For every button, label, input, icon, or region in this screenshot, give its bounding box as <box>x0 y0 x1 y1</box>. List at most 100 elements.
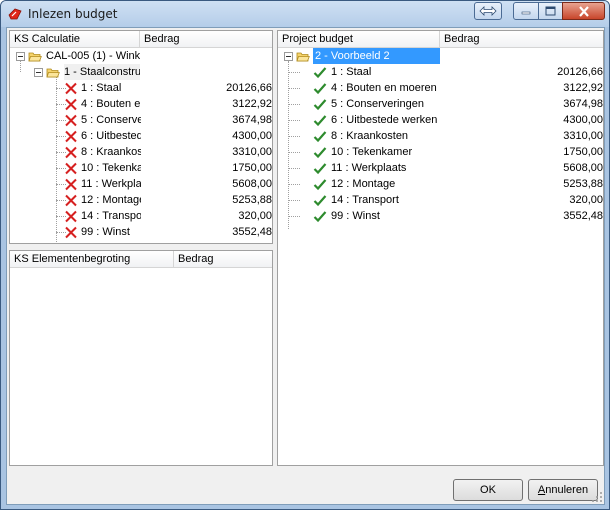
cross-icon <box>65 98 77 111</box>
check-icon <box>313 147 327 159</box>
item-label: 12 : Montage <box>81 194 141 206</box>
cross-icon <box>65 226 77 239</box>
column-header-ks-calculatie[interactable]: KS Calculatie <box>10 31 140 48</box>
item-label: 99 : Winst <box>81 226 130 238</box>
item-amount: 3122,92 <box>563 82 603 94</box>
cross-icon <box>65 194 77 207</box>
minimize-icon <box>521 11 531 15</box>
tree-item-row[interactable]: 6 : Uitbestede 4300,00 <box>10 128 272 144</box>
item-amount: 5253,88 <box>232 194 272 206</box>
folder-open-icon <box>28 52 42 62</box>
check-icon <box>313 179 327 191</box>
item-amount: 5608,00 <box>232 178 272 190</box>
ks-elementenbegroting-tree[interactable]: KS Elementenbegroting Bedrag <box>9 250 273 466</box>
item-label: 14 : Transport <box>331 194 399 206</box>
column-header-bedrag[interactable]: Bedrag <box>140 31 272 48</box>
item-label: 1 : Staal <box>331 66 372 78</box>
check-icon <box>313 99 327 111</box>
item-amount: 5253,88 <box>563 178 603 190</box>
tree-item-row[interactable]: 4 : Bouten en moeren 3122,92 <box>278 80 603 96</box>
item-amount: 5608,00 <box>563 162 603 174</box>
item-amount: 3552,48 <box>232 226 272 238</box>
check-icon <box>313 83 327 95</box>
tree-item-row[interactable]: 1 : Staal 20126,66 <box>278 64 603 80</box>
cross-icon <box>65 114 77 127</box>
tree-item-row[interactable]: 11 : Werkplaats 5608,00 <box>278 160 603 176</box>
item-label: 4 : Bouten en moeren <box>331 82 437 94</box>
collapse-toggle-icon[interactable] <box>16 52 25 61</box>
tree-item-row[interactable]: 1 : Staal 20126,66 <box>10 80 272 96</box>
item-amount: 3122,92 <box>232 98 272 110</box>
column-header-bedrag[interactable]: Bedrag <box>440 31 603 48</box>
tree-node-group[interactable]: 1 - Staalconstructi <box>10 64 272 80</box>
restore-layout-button[interactable] <box>474 2 502 20</box>
item-label: 5 : Conserveri <box>81 114 141 126</box>
project-budget-tree[interactable]: Project budget Bedrag 2 - Voorbeeld 2 1 … <box>277 30 604 466</box>
cross-icon <box>65 130 77 143</box>
tree-item-row[interactable]: 10 : Tekenkar 1750,00 <box>10 160 272 176</box>
item-amount: 3674,98 <box>232 114 272 126</box>
item-amount: 20126,66 <box>557 66 603 78</box>
item-amount: 1750,00 <box>563 146 603 158</box>
item-label: 14 : Transport <box>81 210 141 222</box>
ks-calculatie-tree[interactable]: KS Calculatie Bedrag CAL-005 (1) - Wink … <box>9 30 273 244</box>
check-icon <box>313 115 327 127</box>
item-label: 11 : Werkplaa <box>81 178 141 190</box>
column-header-ks-elementenbegroting[interactable]: KS Elementenbegroting <box>10 251 174 268</box>
item-amount: 320,00 <box>238 210 272 222</box>
item-label: 99 : Winst <box>331 210 380 222</box>
cross-icon <box>65 82 77 95</box>
budget-app-icon <box>8 8 22 20</box>
title-bar[interactable]: Inlezen budget <box>1 1 609 27</box>
cancel-label: nnuleren <box>545 484 589 496</box>
column-header-project-budget[interactable]: Project budget <box>278 31 440 48</box>
column-header-bedrag[interactable]: Bedrag <box>174 251 272 268</box>
tree-node-root[interactable]: CAL-005 (1) - Winkels <box>10 48 272 64</box>
item-label: 12 : Montage <box>331 178 396 190</box>
tree-item-row[interactable]: 12 : Montage 5253,88 <box>278 176 603 192</box>
close-button[interactable] <box>562 2 605 20</box>
tree-item-row[interactable]: 6 : Uitbestede werken 4300,00 <box>278 112 603 128</box>
item-label: 1 : Staal <box>81 82 122 94</box>
tree-node-root[interactable]: 2 - Voorbeeld 2 <box>278 48 603 64</box>
item-label: 8 : Kraankoste <box>81 146 141 158</box>
cross-icon <box>65 146 77 159</box>
ok-button[interactable]: OK <box>453 479 523 501</box>
dialog-client-area: KS Calculatie Bedrag CAL-005 (1) - Wink … <box>6 27 605 505</box>
collapse-toggle-icon[interactable] <box>34 68 43 77</box>
tree-item-row[interactable]: 4 : Bouten en 3122,92 <box>10 96 272 112</box>
item-label: 8 : Kraankosten <box>331 130 409 142</box>
item-amount: 3310,00 <box>232 146 272 158</box>
minimize-button[interactable] <box>513 2 539 20</box>
tree-item-row[interactable]: 8 : Kraankoste 3310,00 <box>10 144 272 160</box>
tree-item-row[interactable]: 5 : Conserveringen 3674,98 <box>278 96 603 112</box>
item-amount: 4300,00 <box>563 114 603 126</box>
tree-node-label: 1 - Staalconstructi <box>64 64 140 80</box>
resize-grip-icon[interactable] <box>591 491 603 503</box>
double-arrow-icon <box>479 6 497 16</box>
check-icon <box>313 211 327 223</box>
item-label: 5 : Conserveringen <box>331 98 424 110</box>
tree-item-row[interactable]: 14 : Transport 320,00 <box>10 208 272 224</box>
tree-item-row[interactable]: 5 : Conserveri 3674,98 <box>10 112 272 128</box>
tree-header: KS Elementenbegroting Bedrag <box>10 251 272 268</box>
tree-item-row[interactable]: 99 : Winst 3552,48 <box>10 224 272 240</box>
maximize-button[interactable] <box>538 2 563 20</box>
tree-item-row[interactable]: 10 : Tekenkamer 1750,00 <box>278 144 603 160</box>
tree-header: KS Calculatie Bedrag <box>10 31 272 48</box>
item-amount: 20126,66 <box>226 82 272 94</box>
tree-item-row[interactable]: 8 : Kraankosten 3310,00 <box>278 128 603 144</box>
tree-item-row[interactable]: 12 : Montage 5253,88 <box>10 192 272 208</box>
cancel-button[interactable]: Annuleren <box>528 479 598 501</box>
cross-icon <box>65 178 77 191</box>
folder-open-icon <box>46 68 60 78</box>
collapse-toggle-icon[interactable] <box>284 52 293 61</box>
item-amount: 3674,98 <box>563 98 603 110</box>
tree-item-row[interactable]: 14 : Transport 320,00 <box>278 192 603 208</box>
item-amount: 3310,00 <box>563 130 603 142</box>
maximize-icon <box>545 6 556 16</box>
tree-item-row[interactable]: 11 : Werkplaa 5608,00 <box>10 176 272 192</box>
item-amount: 1750,00 <box>232 162 272 174</box>
tree-item-row[interactable]: 99 : Winst 3552,48 <box>278 208 603 224</box>
close-icon <box>578 5 589 17</box>
